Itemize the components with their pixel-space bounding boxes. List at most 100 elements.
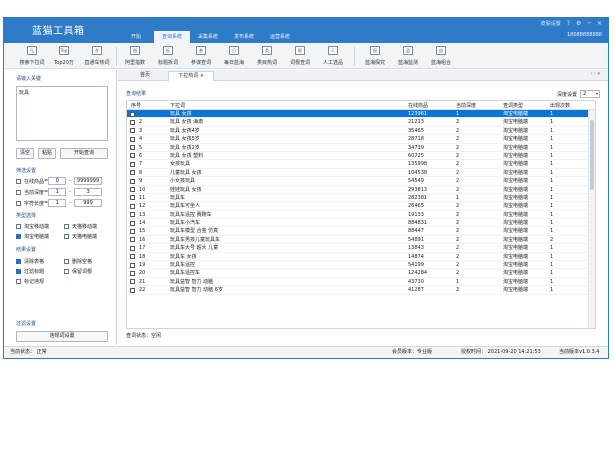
tool-manual-select-button[interactable]: 人人工选品 [317,45,349,66]
table-row[interactable]: 9 小女孩玩具 54549 2 淘宝电脑端 1 [127,177,590,186]
start-query-button[interactable]: 开始查询 [60,148,108,159]
tab-home[interactable]: 首页 [124,71,166,81]
row-checkbox[interactable] [130,161,135,167]
col-query-type[interactable]: 查词类型 [503,102,523,109]
table-row[interactable]: 5 玩具 女孩2岁 34739 2 淘宝电脑端 1 [127,144,590,152]
tool-search-dropdown-button[interactable]: 🔍 搜索下拉词 [16,45,48,66]
result-remove-spaces[interactable]: 删除空格 [64,258,92,265]
row-checkbox[interactable] [130,111,135,117]
table-row[interactable]: 3 玩具 女孩4岁 35465 2 淘宝电脑端 1 [127,127,590,136]
table-row[interactable]: 11 玩具车 282381 1 淘宝电脑端 1 [127,194,590,203]
table-row[interactable]: 13 玩具车遥控 赛跑车 19133 2 淘宝电脑端 1 [127,211,590,220]
row-checkbox[interactable] [130,245,135,251]
result-keep-root[interactable]: 保留词根 [64,268,92,275]
checkbox[interactable] [64,234,69,239]
checkbox-checked[interactable] [16,269,21,274]
menu-start[interactable]: 开始 [118,31,154,43]
user-account[interactable]: 👤 18088888888 [559,32,602,38]
minimize-icon[interactable]: ─ [587,20,591,27]
checkbox[interactable] [16,224,21,229]
col-occurrences[interactable]: 出现次数 [550,102,570,109]
table-row[interactable]: 2 玩具 女孩 海澈 21213 2 淘宝电脑端 1 [127,118,590,127]
row-checkbox[interactable] [130,128,135,134]
row-checkbox[interactable] [130,237,135,243]
row-checkbox[interactable] [130,170,135,176]
filter-length-checkbox[interactable] [16,200,21,206]
menu-publish-system[interactable]: 发布系统 [226,31,262,43]
close-icon[interactable]: ✕ [597,20,602,27]
result-filter-title[interactable]: 过滤标题 [16,268,44,275]
tool-blue-ocean-explore-button[interactable]: 探蓝海探究 [359,45,391,66]
vertical-scrollbar[interactable] [588,110,595,328]
row-checkbox[interactable] [130,136,135,142]
row-checkbox[interactable] [130,187,135,193]
tool-index-button[interactable]: 指阿里指数 [119,45,151,66]
depth-select[interactable]: 2 ▾ [580,90,600,98]
type-taobao-pc[interactable]: 淘宝电脑端 [16,233,49,240]
result-clear-table[interactable]: 清除表格 [16,258,44,265]
checkbox[interactable] [64,224,69,229]
keyword-textarea[interactable]: 玩具 [16,86,108,141]
row-checkbox[interactable] [130,270,135,276]
col-dropdown-word[interactable]: 下拉词 [170,102,185,109]
col-index[interactable]: 序号 [131,102,141,109]
result-mark-violation[interactable]: 标记违规 [16,278,44,285]
checkbox[interactable] [64,259,69,264]
checkbox-checked[interactable] [16,259,21,264]
clear-button[interactable]: 清空 [16,148,34,159]
filter-depth-checkbox[interactable] [16,189,21,195]
col-online-items[interactable]: 在线商品 [408,102,428,109]
settings-icon[interactable]: ⚙ [576,20,581,27]
checkbox-checked[interactable] [16,234,21,239]
type-tmall-mobile[interactable]: 天猫移动端 [64,223,97,230]
table-row[interactable]: 4 玩具 女孩5岁 28718 2 淘宝电脑端 1 [127,135,590,144]
tool-root-word-button[interactable]: 根词根查词 [284,45,316,66]
row-checkbox[interactable] [130,195,135,201]
row-checkbox[interactable] [130,228,135,234]
menu-collect-system[interactable]: 采集系统 [190,31,226,43]
table-row[interactable]: 20 玩具车遥控车 124284 2 淘宝电脑端 1 [127,269,590,278]
tool-blue-ocean-monitor-button[interactable]: 监蓝海监测 [392,45,424,66]
menu-query-system[interactable]: 查询系统 [154,31,190,43]
menu-ops-system[interactable]: 运营系统 [262,31,298,43]
tool-split-title-button[interactable]: 拆标题拆词 [152,45,184,66]
filter-length-max[interactable]: 999 [74,199,103,207]
row-checkbox[interactable] [130,262,135,268]
tool-daily-blue-ocean-button[interactable]: 日每日蓝海 [218,45,250,66]
row-checkbox[interactable] [130,119,135,125]
row-checkbox[interactable] [130,220,135,226]
tab-close-icon[interactable]: × [200,73,204,79]
row-checkbox[interactable] [130,145,135,151]
tab-navigation-icon[interactable]: ‹ › ▾ [590,71,600,77]
filter-online-min[interactable]: 0 [48,177,67,185]
row-checkbox[interactable] [130,287,135,293]
filter-online-max[interactable]: 9999999 [74,177,103,185]
row-checkbox[interactable] [130,254,135,260]
checkbox[interactable] [64,269,69,274]
table-row[interactable]: 10 娃娃玩具 女孩 293813 2 淘宝电脑端 1 [127,186,590,194]
table-row[interactable]: 7 女孩玩具 135998 2 淘宝电脑端 1 [127,160,590,169]
filter-length-min[interactable]: 1 [48,199,67,207]
row-checkbox[interactable] [130,203,135,209]
table-row[interactable]: 15 玩具车模型 合金 仿真 88447 2 淘宝电脑端 1 [127,227,590,236]
tool-advisor-button[interactable]: 参参谋查词 [185,45,217,66]
tab-dropdown-hot-words[interactable]: 下拉热词 × [168,71,214,81]
tool-top20w-button[interactable]: Top Top20万 [48,45,80,66]
type-taobao-mobile[interactable]: 淘宝移动端 [16,223,49,230]
checkbox[interactable] [16,279,21,284]
table-row[interactable]: 16 玩具车男孩儿童玩具车 54891 2 淘宝电脑端 2 [127,236,590,245]
scrollbar-thumb[interactable] [590,120,594,190]
type-tmall-pc[interactable]: 天猫电脑端 [64,233,97,240]
filter-depth-min[interactable]: 1 [48,188,67,196]
table-row[interactable]: 12 玩具车可坐人 26465 2 淘宝电脑端 1 [127,202,590,211]
table-row[interactable]: 19 玩具车遥控 54199 2 淘宝电脑端 1 [127,261,590,270]
table-row[interactable]: 8 儿童玩具 女孩 104538 2 淘宝电脑端 1 [127,169,590,178]
table-row[interactable]: 6 玩具 女孩 塑料 60725 2 淘宝电脑端 1 [127,152,590,161]
table-row[interactable]: 14 玩具车小汽车 884831 2 淘宝电脑端 1 [127,219,590,228]
row-checkbox[interactable] [130,153,135,159]
table-row[interactable]: 玩具 女孩 123961 1 淘宝电脑端 1 [127,110,590,119]
table-row[interactable]: 21 玩具益智 智力 动脑 43730 1 淘宝电脑端 1 [127,278,590,287]
table-row[interactable]: 22 玩具益智 智力 动脑 6岁 41287 2 淘宝电脑端 1 [127,286,590,295]
violation-words-button[interactable]: 违规词设置 [16,331,108,342]
paste-button[interactable]: 粘贴 [38,148,56,159]
